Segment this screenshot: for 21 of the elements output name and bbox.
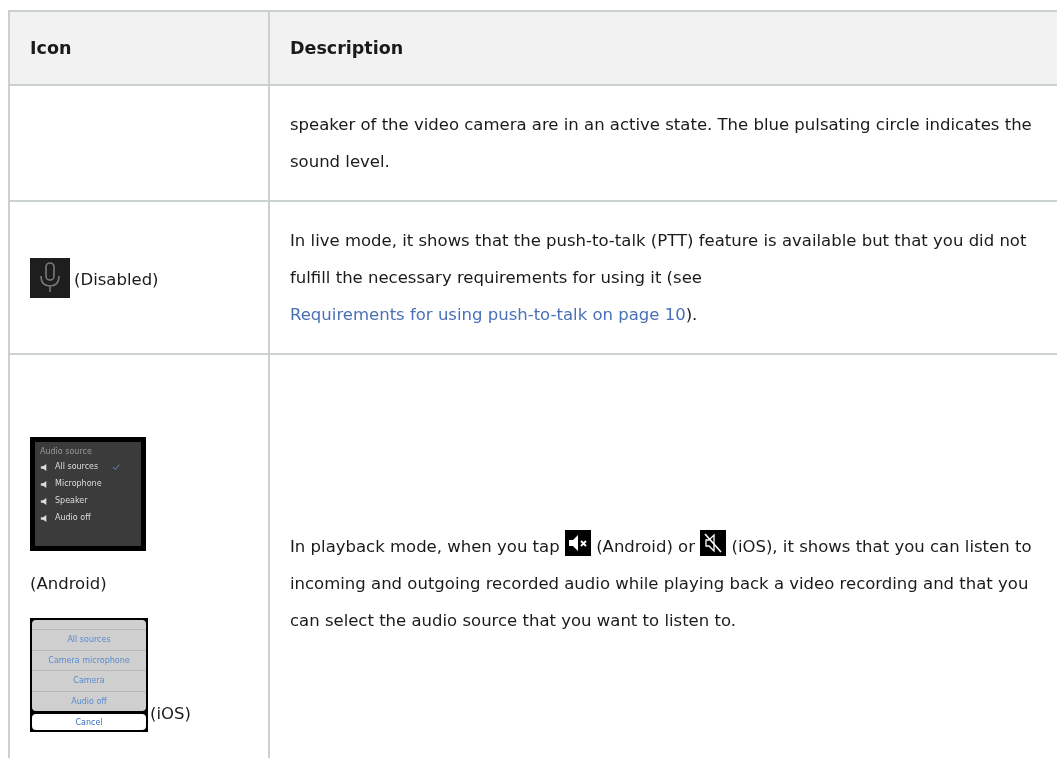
menu-option: All sources <box>55 461 99 473</box>
sheet-option: Camera microphone <box>32 650 146 671</box>
menu-title: Audio source <box>40 447 93 456</box>
description-text: In live mode, it shows that the push-to-talk (PTT) feature is available but that you did not fulfill the necessary requirements for using it (see Requirements for using push-to-talk on page 10). <box>290 230 1028 326</box>
menu-option: Speaker <box>55 495 88 507</box>
column-header: Description <box>269 11 1057 85</box>
description-text: speaker of the video camera are in an active state. The blue pulsating circle indicates the sound level. <box>290 114 1033 173</box>
cancel-option: Cancel <box>32 714 146 730</box>
icon-caption: (Android) <box>30 573 108 595</box>
description-text: In playback mode, when you tap (Android) or (iOS), it shows that you can listen to incoming and outgoing recorded audio while playing back a video recording and that you can select the audio source that you want to listen to. <box>290 528 1055 639</box>
page-link[interactable]: Requirements for using push-to-talk on page 10 <box>290 305 686 324</box>
column-header: Icon <box>9 11 269 85</box>
sheet-option: Camera <box>32 671 146 692</box>
menu-option: Microphone <box>55 478 102 490</box>
menu-option: Audio off <box>55 512 91 524</box>
sheet-option: All sources <box>32 630 146 651</box>
muted-speaker-icon <box>564 530 591 556</box>
sheet-option: Audio off <box>32 691 146 711</box>
icon-caption: (Disabled) <box>74 269 159 289</box>
crossed-speaker-icon <box>700 530 727 556</box>
icon-caption: (iOS) <box>150 704 191 723</box>
